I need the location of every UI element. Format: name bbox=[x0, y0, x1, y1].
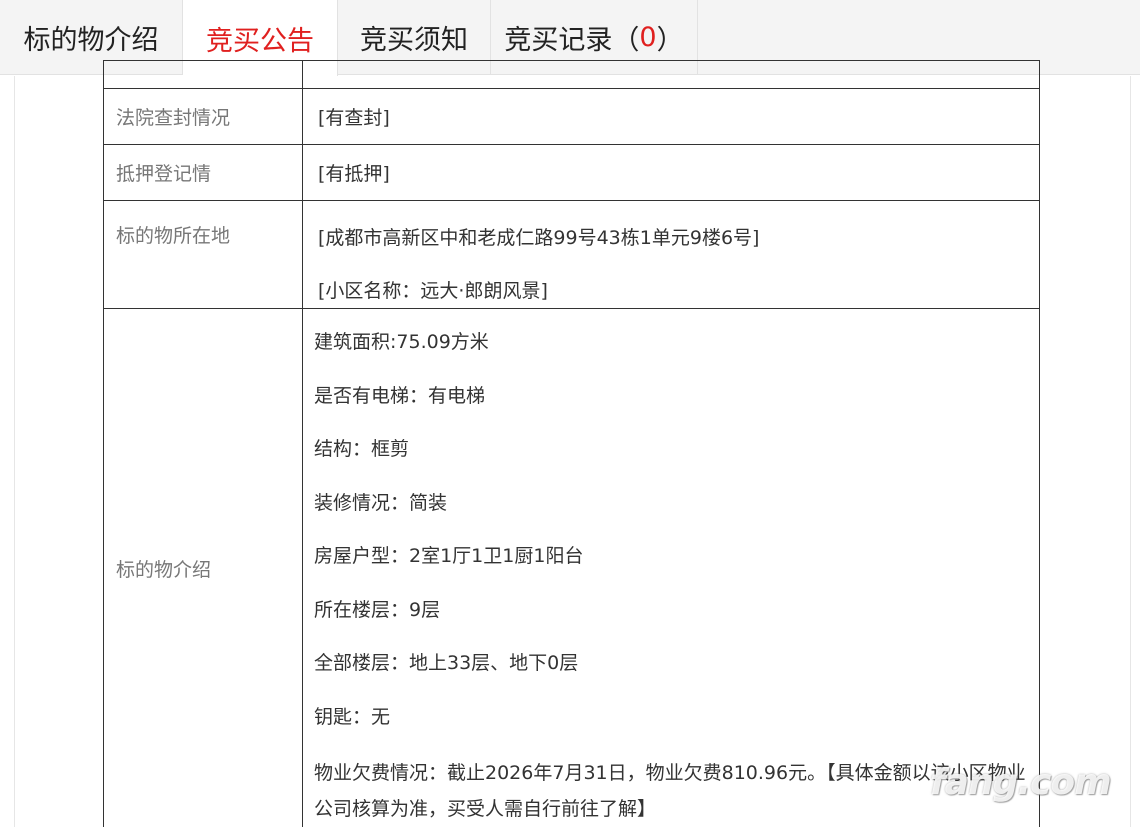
intro-line-property-fee: 物业欠费情况：截止2026年7月31日，物业欠费810.96元。【具体金额以该小… bbox=[314, 762, 1026, 820]
tab-label: 竞买记录（ bbox=[504, 25, 640, 56]
intro-value: 建筑面积:75.09方米 是否有电梯：有电梯 结构：框剪 装修情况：简装 房屋户… bbox=[302, 308, 1040, 827]
auction-detail-page: 标的物介绍 竞买公告 竞买须知 竞买记录（ 0） 法院查封情况 [有查封] 抵押登… bbox=[0, 0, 1140, 827]
intro-line-elevator: 是否有电梯：有电梯 bbox=[314, 384, 486, 407]
tab-label-suffix: ） bbox=[656, 25, 684, 56]
intro-line-floor: 所在楼层：9层 bbox=[314, 598, 441, 621]
court-seal-value: [有查封] bbox=[302, 88, 1040, 145]
intro-line-decoration: 装修情况：简装 bbox=[314, 491, 448, 514]
tab-label: 竞买公告 bbox=[206, 25, 314, 57]
table-cell bbox=[302, 60, 1040, 89]
table-row-location: 标的物所在地 [成都市高新区中和老成仁路99号43栋1单元9楼6号] [小区名称… bbox=[103, 200, 1040, 309]
address-text: [成都市高新区中和老成仁路99号43栋1单元9楼6号] bbox=[318, 227, 760, 249]
location-value: [成都市高新区中和老成仁路99号43栋1单元9楼6号] [小区名称：远大·郎朗风… bbox=[302, 200, 1040, 309]
intro-line-layout: 房屋户型：2室1厅1卫1厨1阳台 bbox=[314, 545, 584, 567]
court-seal-label: 法院查封情况 bbox=[103, 88, 303, 145]
tab-label: 竞买须知 bbox=[360, 25, 468, 56]
table-cell bbox=[103, 60, 303, 89]
intro-line-structure: 结构：框剪 bbox=[314, 438, 410, 460]
table-row-court-seal: 法院查封情况 [有查封] bbox=[103, 88, 1040, 145]
location-label: 标的物所在地 bbox=[103, 200, 303, 309]
tab-label: 标的物介绍 bbox=[23, 25, 159, 56]
table-row-intro: 标的物介绍 建筑面积:75.09方米 是否有电梯：有电梯 结构：框剪 装修情况：… bbox=[103, 308, 1040, 827]
content-border-left bbox=[14, 76, 15, 827]
intro-line-key: 钥匙：无 bbox=[314, 705, 391, 728]
table-row-mortgage: 抵押登记情 [有抵押] bbox=[103, 144, 1040, 201]
intro-label: 标的物介绍 bbox=[103, 308, 303, 827]
mortgage-label: 抵押登记情 bbox=[103, 144, 303, 201]
content-border-right bbox=[1130, 76, 1131, 827]
bid-count: 0 bbox=[639, 22, 657, 53]
mortgage-value: [有抵押] bbox=[302, 144, 1040, 201]
intro-line-area: 建筑面积:75.09方米 bbox=[314, 331, 489, 353]
property-info-table: 法院查封情况 [有查封] 抵押登记情 [有抵押] 标的物所在地 [成都市高新区中… bbox=[103, 60, 1040, 827]
intro-line-total-floors: 全部楼层：地上33层、地下0层 bbox=[314, 652, 579, 674]
table-row-cut bbox=[103, 60, 1040, 89]
community-text: [小区名称：远大·郎朗风景] bbox=[318, 280, 548, 302]
